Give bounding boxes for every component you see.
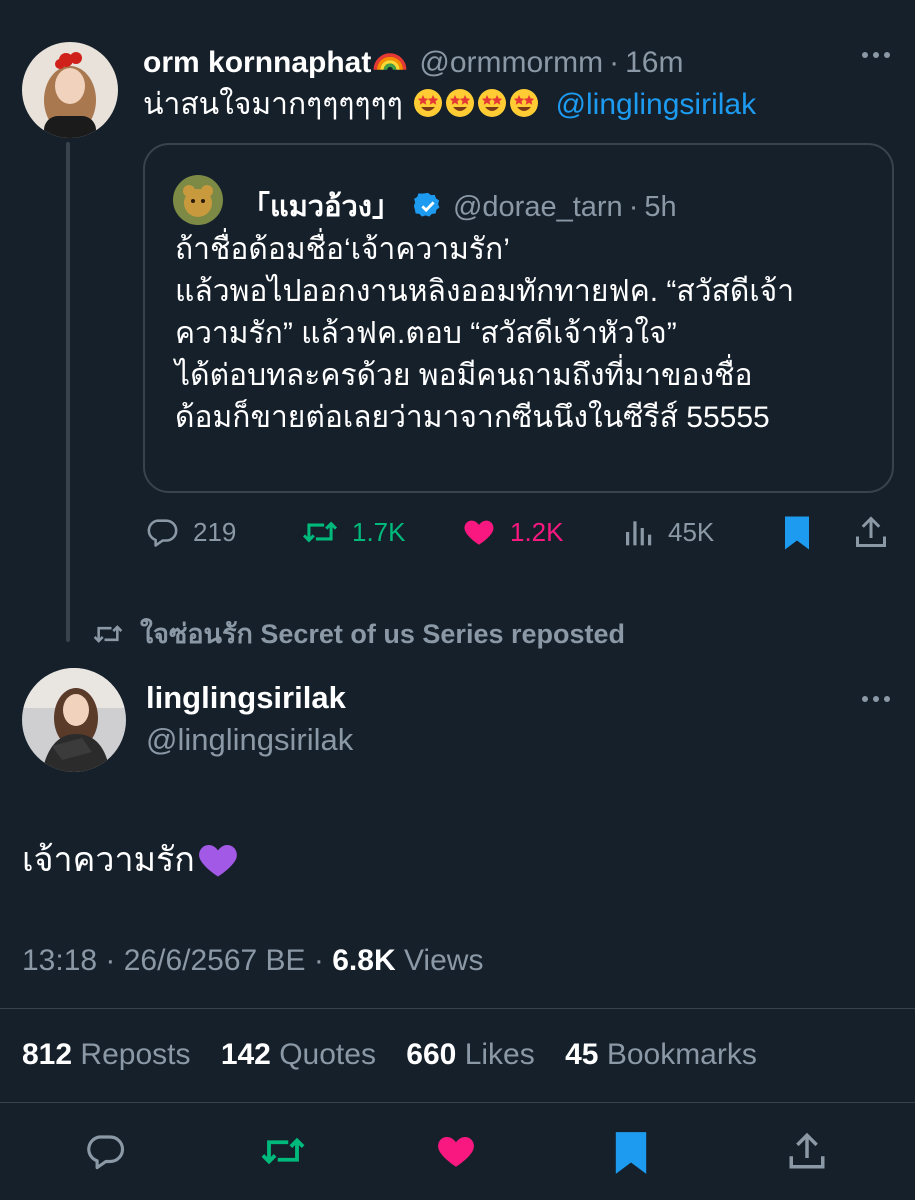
avatar-lingling[interactable] — [22, 668, 126, 772]
avatar-orm[interactable] — [22, 42, 118, 138]
stat-quotes[interactable]: 142 Quotes — [221, 1038, 376, 1071]
bookmark-filled-icon[interactable] — [782, 515, 812, 556]
repost-icon[interactable] — [260, 1130, 306, 1177]
stat-count: 660 — [406, 1038, 457, 1071]
reply-icon — [147, 519, 178, 547]
thread-connector-line — [66, 142, 70, 642]
stat-count: 142 — [220, 1038, 271, 1071]
views-count: 45K — [668, 516, 715, 547]
tweet-time[interactable]: 13:18 — [22, 944, 97, 977]
stat-likes[interactable]: 660 Likes — [406, 1038, 534, 1071]
star-struck-emoji-icon — [414, 89, 443, 117]
display-name-lingling[interactable]: linglingsirilak — [146, 680, 346, 716]
quoted-text-line: ความรัก” แล้วฟค.ตอบ “สวัสดีเจ้าหัวใจ” — [175, 317, 677, 350]
repost-context-text: ใจซ่อนรัก Secret of us Series reposted — [140, 619, 625, 649]
star-struck-emoji-icon — [446, 89, 475, 117]
separator-dot: · — [105, 944, 124, 977]
share-icon[interactable] — [786, 1130, 828, 1177]
tweet-time[interactable]: 16m — [625, 46, 683, 80]
separator-dot: · — [628, 191, 639, 223]
stat-label: Reposts — [80, 1038, 191, 1071]
avatar-dorae — [173, 175, 223, 225]
quoted-text-line: ได้ต่อบทละครด้วย พอมีคนถามถึงที่มาของชื่… — [175, 359, 753, 392]
more-options-icon[interactable] — [862, 52, 890, 58]
quoted-tweet-time: 5h — [644, 191, 677, 223]
views-label: Views — [403, 944, 484, 977]
views-action[interactable]: 45K — [622, 515, 714, 549]
separator-dot: · — [313, 944, 333, 977]
like-action[interactable]: 1.2K — [462, 515, 564, 549]
stat-count: 812 — [22, 1038, 73, 1071]
quoted-tweet-text: ถ้าชื่อด้อมชื่อ‘เจ้าความรัก’ แล้วพอไปออก… — [175, 229, 794, 439]
purple-heart-emoji-icon — [198, 845, 237, 877]
heart-filled-icon — [464, 520, 494, 545]
mention-link[interactable]: @linglingsirilak — [556, 88, 757, 121]
verified-badge-icon — [413, 192, 440, 217]
quoted-text-line: แล้วพอไปออกงานหลิงออมทักทายฟค. “สวัสดีเจ… — [175, 275, 795, 308]
quoting-tweet-text: น่าสนใจมากๆๆๆๆๆๆ @linglingsirilak — [143, 86, 756, 124]
share-icon[interactable] — [853, 514, 889, 555]
quoted-text-line: ถ้าชื่อด้อมชื่อ‘เจ้าความรัก’ — [175, 233, 510, 266]
stat-reposts[interactable]: 812 Reposts — [22, 1038, 190, 1071]
quoting-tweet-header: orm kornnaphat @ormmormm · 16m — [143, 38, 683, 80]
stat-label: Bookmarks — [606, 1038, 757, 1071]
display-name-orm[interactable]: orm kornnaphat — [143, 46, 371, 80]
tweet-meta: 13:18 · 26/6/2567 BE · 6.8K Views — [22, 944, 483, 978]
divider — [0, 1008, 915, 1009]
reply-count: 219 — [193, 516, 237, 547]
reply-icon[interactable] — [84, 1130, 126, 1177]
star-struck-emoji-icon — [510, 89, 539, 117]
quoted-tweet-header: 「แมวอ้วง」 @dorae_tarn · 5h — [241, 183, 677, 229]
quoted-text-line: ด้อมก็ขายต่อเลยว่ามาจากซีนนึงในซีรีส์ 55… — [175, 401, 770, 434]
heart-filled-icon[interactable] — [434, 1130, 478, 1177]
bookmark-filled-icon[interactable] — [612, 1130, 650, 1181]
rainbow-emoji-icon — [373, 53, 407, 71]
quoted-tweet-card[interactable]: 「แมวอ้วง」 @dorae_tarn · 5h ถ้าชื่อด้อมชื… — [143, 143, 894, 493]
analytics-icon — [626, 521, 652, 546]
tweet-date[interactable]: 26/6/2567 BE — [124, 944, 306, 977]
handle-orm[interactable]: @ormmormm — [419, 46, 603, 80]
stat-label: Likes — [464, 1038, 535, 1071]
repost-icon — [302, 521, 338, 543]
main-tweet-text: เจ้าความรัก — [22, 832, 239, 886]
like-count: 1.2K — [510, 516, 564, 547]
more-options-icon[interactable] — [862, 696, 890, 702]
display-name-dorae: 「แมวอ้วง」 — [241, 191, 401, 223]
repost-action[interactable]: 1.7K — [302, 515, 406, 549]
engagement-stats: 812 Reposts 142 Quotes 660 Likes 45 Book… — [22, 1038, 757, 1072]
star-struck-emoji-icon — [478, 89, 507, 117]
repost-context[interactable]: ใจซ่อนรัก Secret of us Series reposted — [92, 612, 625, 655]
handle-lingling[interactable]: @linglingsirilak — [146, 722, 353, 758]
divider — [0, 1102, 915, 1103]
repost-count: 1.7K — [352, 516, 406, 547]
star-struck-emoji-group — [405, 88, 550, 121]
handle-dorae: @dorae_tarn — [452, 191, 623, 223]
stat-count: 45 — [565, 1038, 599, 1071]
main-tweet-body: เจ้าความรัก — [22, 841, 195, 879]
stat-bookmarks[interactable]: 45 Bookmarks — [565, 1038, 757, 1071]
tweet-body-text: น่าสนใจมากๆๆๆๆๆๆ — [143, 88, 403, 121]
reply-action[interactable]: 219 — [145, 515, 236, 549]
stat-label: Quotes — [279, 1038, 376, 1071]
repost-small-icon — [93, 624, 123, 643]
separator-dot: · — [609, 46, 620, 79]
views-count: 6.8K — [332, 944, 396, 977]
